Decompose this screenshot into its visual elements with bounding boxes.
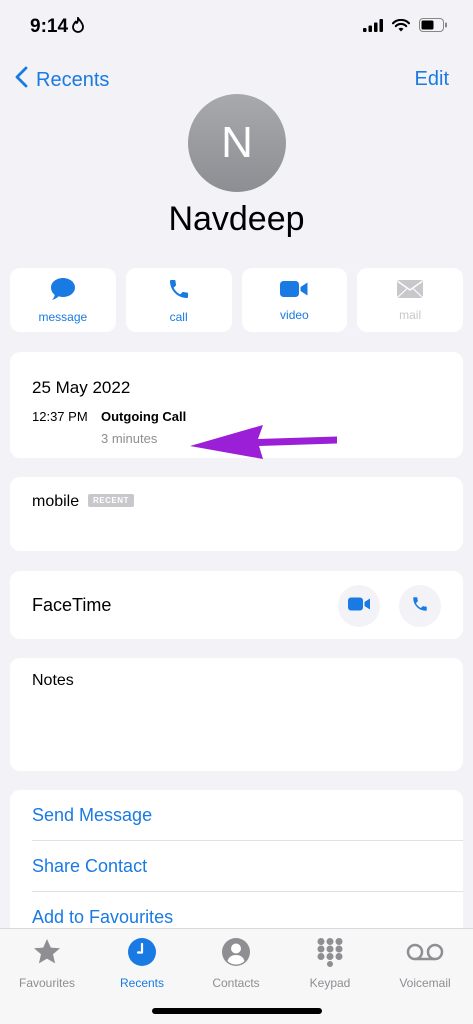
- video-camera-icon: [347, 596, 371, 617]
- tab-recents[interactable]: Recents: [102, 937, 182, 990]
- mobile-number-card[interactable]: mobile RECENT: [10, 477, 463, 551]
- call-button-label: call: [169, 309, 188, 324]
- star-icon: [32, 937, 62, 970]
- status-bar: 9:14: [0, 0, 473, 56]
- add-to-favourites-link[interactable]: Add to Favourites: [32, 907, 173, 928]
- video-button-label: video: [280, 307, 309, 322]
- clock-icon: [127, 937, 157, 970]
- video-button[interactable]: video: [241, 268, 348, 332]
- message-button[interactable]: message: [10, 268, 116, 332]
- battery-icon: [419, 18, 447, 37]
- tab-label: Keypad: [309, 976, 351, 990]
- status-icons: [363, 18, 447, 37]
- facetime-card: FaceTime: [10, 571, 463, 639]
- envelope-icon: [396, 279, 424, 302]
- tab-voicemail[interactable]: Voicemail: [385, 937, 465, 990]
- call-date: 25 May 2022: [32, 378, 131, 397]
- call-button[interactable]: call: [125, 268, 232, 332]
- contact-name: Navdeep: [168, 200, 305, 238]
- contact-actions-list: Send Message Share Contact Add to Favour…: [10, 790, 463, 950]
- divider: [32, 891, 463, 892]
- divider: [32, 840, 463, 841]
- status-time: 9:14: [30, 16, 69, 37]
- notes-card[interactable]: Notes: [10, 658, 463, 771]
- annotation-arrow: [190, 425, 337, 459]
- facetime-video-button[interactable]: [338, 585, 380, 627]
- notes-label: Notes: [32, 672, 74, 689]
- facetime-audio-button[interactable]: [399, 585, 441, 627]
- tab-favourites[interactable]: Favourites: [7, 937, 87, 990]
- send-message-link[interactable]: Send Message: [32, 805, 152, 826]
- back-button-label: Recents: [36, 68, 110, 91]
- phone-icon: [411, 595, 429, 618]
- call-duration: 3 minutes: [101, 431, 158, 446]
- mail-button-label: mail: [399, 307, 422, 322]
- avatar: N: [188, 94, 286, 192]
- back-button[interactable]: Recents: [14, 66, 109, 94]
- voicemail-icon: [405, 937, 445, 970]
- message-button-label: message: [38, 309, 88, 324]
- wifi-icon: [391, 18, 411, 37]
- recent-badge: RECENT: [88, 494, 134, 507]
- call-time: 12:37 PM: [32, 409, 88, 424]
- keypad-icon: [315, 937, 345, 970]
- call-type: Outgoing Call: [101, 409, 187, 424]
- tab-contacts[interactable]: Contacts: [196, 937, 276, 990]
- cellular-signal-icon: [363, 18, 383, 37]
- tab-label: Voicemail: [399, 976, 451, 990]
- message-bubble-icon: [50, 277, 76, 304]
- mail-button[interactable]: mail: [357, 268, 463, 332]
- location-indicator-icon: [72, 15, 84, 38]
- tab-label: Contacts: [212, 976, 260, 990]
- share-contact-link[interactable]: Share Contact: [32, 856, 147, 877]
- video-camera-icon: [279, 279, 309, 302]
- edit-button[interactable]: Edit: [415, 68, 449, 91]
- phone-icon: [167, 277, 191, 304]
- quick-actions: message call video mail: [10, 268, 463, 332]
- tab-label: Favourites: [18, 976, 76, 990]
- tab-label: Recents: [119, 976, 165, 990]
- chevron-left-icon: [14, 66, 28, 94]
- tab-keypad[interactable]: Keypad: [290, 937, 370, 990]
- mobile-label: mobile: [32, 493, 80, 510]
- avatar-initial: N: [221, 118, 253, 167]
- person-icon: [221, 937, 251, 970]
- home-indicator[interactable]: [152, 1008, 322, 1014]
- facetime-label: FaceTime: [32, 595, 112, 615]
